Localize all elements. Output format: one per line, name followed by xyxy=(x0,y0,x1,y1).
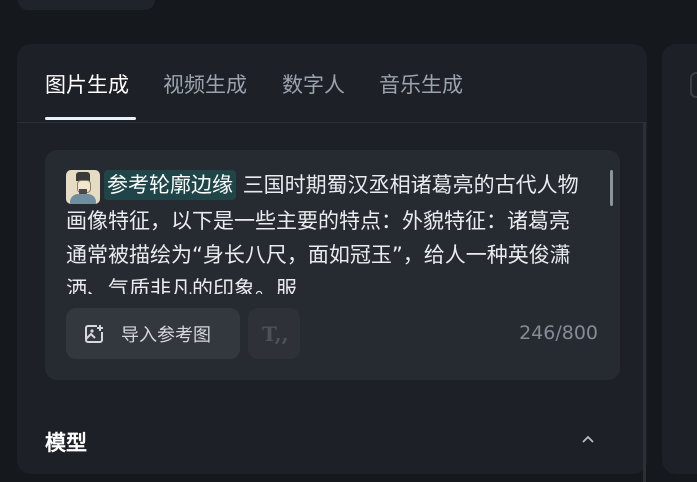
tab-video-generation[interactable]: 视频生成 xyxy=(163,69,247,99)
panel-scrollbar[interactable] xyxy=(643,122,646,482)
model-section-title: 模型 xyxy=(45,431,87,455)
reference-mode-chip[interactable]: 参考轮廓边缘 xyxy=(104,170,236,200)
character-counter: 246/800 xyxy=(519,322,598,344)
tab-bar: 图片生成 视频生成 数字人 音乐生成 xyxy=(17,44,647,123)
image-add-icon xyxy=(85,325,103,343)
reference-thumbnail[interactable] xyxy=(66,170,100,204)
side-panel-icon xyxy=(690,72,697,98)
side-panel xyxy=(662,44,697,474)
text-format-icon: T,, xyxy=(262,322,289,346)
import-reference-label: 导入参考图 xyxy=(121,325,211,346)
prompt-input[interactable]: 参考轮廓边缘 三国时期蜀汉丞相诸葛亮的古代人物画像特征，以下是一些主要的特点：外… xyxy=(66,168,586,294)
generation-panel: 图片生成 视频生成 数字人 音乐生成 参考轮廓边缘 三国时期蜀汉丞相诸葛亮的古代… xyxy=(17,44,647,482)
import-reference-button[interactable]: 导入参考图 xyxy=(66,308,240,359)
active-tab-indicator xyxy=(45,117,136,120)
chevron-up-icon[interactable] xyxy=(581,432,595,446)
tab-image-generation[interactable]: 图片生成 xyxy=(45,69,129,99)
tab-music-generation[interactable]: 音乐生成 xyxy=(379,69,463,99)
prompt-scrollbar-thumb[interactable] xyxy=(610,170,613,206)
top-toolbar-stub xyxy=(18,0,155,10)
text-format-button[interactable]: T,, xyxy=(248,308,300,359)
prompt-card: 参考轮廓边缘 三国时期蜀汉丞相诸葛亮的古代人物画像特征，以下是一些主要的特点：外… xyxy=(45,150,620,380)
tab-digital-human[interactable]: 数字人 xyxy=(282,69,345,99)
